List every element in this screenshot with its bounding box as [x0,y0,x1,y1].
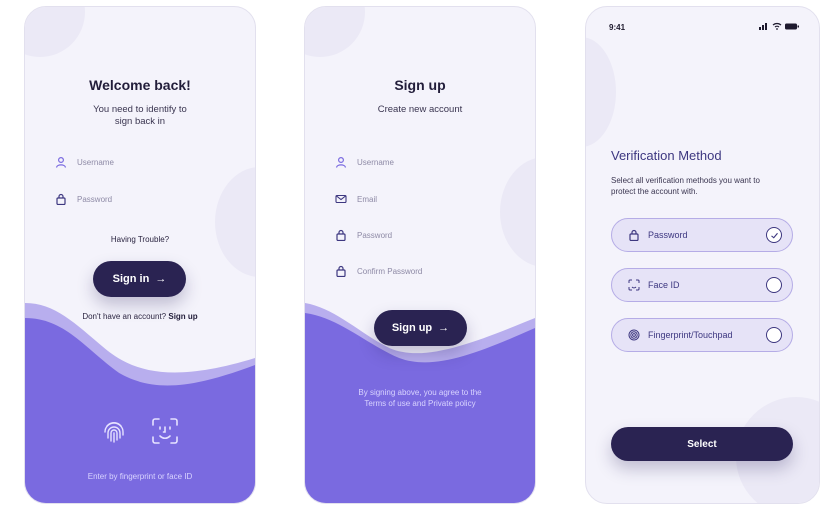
trouble-link[interactable]: Having Trouble? [25,235,255,244]
signup-screen: Sign up Create new account Username Emai… [304,6,536,504]
signup-subtitle: Create new account [377,104,463,115]
confirm-password-placeholder: Confirm Password [357,266,423,276]
arrow-right-icon: → [438,322,450,334]
decorative-circle [305,7,365,57]
radio-button[interactable] [766,327,782,343]
lock-icon [336,229,346,241]
signal-icon [759,23,767,30]
username-field[interactable]: Username [55,156,114,168]
wifi-icon [772,22,782,30]
verification-title: Verification Method [611,148,722,163]
radio-button[interactable] [766,277,782,293]
face-id-icon [628,279,640,291]
login-subtitle-1: You need to identify to [93,104,187,115]
username-placeholder: Username [357,157,394,167]
sign-up-label: Sign up [391,322,433,334]
lock-icon [336,265,346,277]
terms-line-2[interactable]: Terms of use and Private policy [305,398,535,409]
face-id-icon[interactable] [150,416,180,446]
option-face-id[interactable]: Face ID [611,268,793,302]
check-icon[interactable] [766,227,782,243]
option-label: Password [648,230,688,240]
user-icon [335,156,347,168]
mail-icon [335,194,347,204]
decorative-circle [215,167,255,277]
username-placeholder: Username [77,157,114,167]
decorative-circle [25,7,85,57]
login-subtitle-2: sign back in [114,116,166,127]
password-placeholder: Password [357,230,393,240]
fingerprint-icon[interactable] [99,416,129,446]
decorative-circle [500,157,535,267]
fingerprint-icon [628,329,640,341]
option-fingerprint[interactable]: Fingerprint/Touchpad [611,318,793,352]
verification-subtitle: Select all verification methods you want… [611,176,760,196]
signup-title: Sign up [394,77,446,93]
sign-in-button[interactable]: Sign in → [93,261,186,297]
password-field[interactable]: Password [55,193,112,205]
terms-line-1: By signing above, you agree to the [358,388,482,397]
status-icons [759,22,799,30]
lock-icon [629,229,639,241]
verification-screen: 9:41 Verification Method Select all veri… [585,6,820,504]
battery-icon [785,23,799,29]
confirm-password-field[interactable]: Confirm Password [335,265,422,277]
username-field[interactable]: Username [335,156,394,168]
email-placeholder: Email [357,194,378,204]
user-icon [55,156,67,168]
select-button[interactable]: Select [611,427,793,461]
password-field[interactable]: Password [335,229,392,241]
status-time: 9:41 [609,23,626,32]
decorative-circle [586,37,616,147]
password-placeholder: Password [77,194,113,204]
option-label: Face ID [648,280,680,290]
login-screen: Welcome back! You need to identify to si… [24,6,256,504]
sign-in-label: Sign in [112,273,150,285]
option-label: Fingerprint/Touchpad [648,330,733,340]
login-title: Welcome back! [89,77,191,93]
option-password[interactable]: Password [611,218,793,252]
arrow-right-icon: → [155,273,167,285]
lock-icon [56,193,66,205]
email-field[interactable]: Email [335,193,377,205]
biometric-hint: Enter by fingerprint or face ID [87,472,193,481]
sign-up-button[interactable]: Sign up → [374,310,467,346]
